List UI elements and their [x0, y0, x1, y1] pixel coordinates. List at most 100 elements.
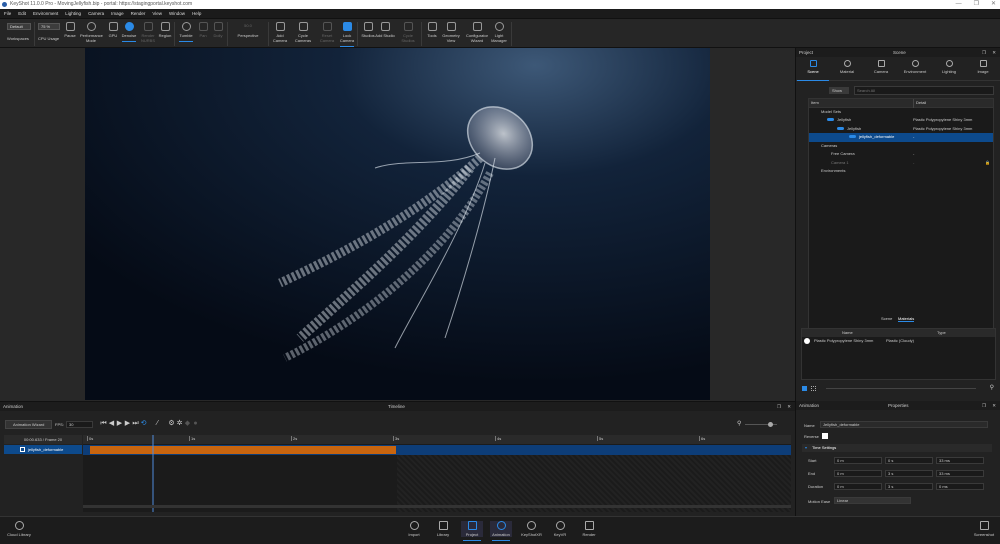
thumbnail-size-slider[interactable] — [826, 388, 976, 389]
undock-icon[interactable]: ❐ — [982, 48, 986, 57]
screenshot-button[interactable]: Screenshot — [970, 521, 998, 537]
keyframe-prev-icon[interactable]: ◆ — [184, 420, 191, 427]
tree-row[interactable]: Jellyfish Plastic Polypropylene Shiny 3mm — [809, 125, 993, 134]
tree-row[interactable]: Camera 1- 🔒 — [809, 159, 993, 168]
playhead[interactable] — [151, 435, 154, 512]
menu-window[interactable]: Window — [169, 9, 185, 18]
name-input[interactable]: Jellyfish_deformable — [820, 421, 988, 428]
visibility-toggle[interactable] — [837, 126, 844, 130]
step-forward-icon[interactable]: ▶ — [124, 420, 131, 427]
tree-row[interactable]: Free Camera - — [809, 150, 993, 159]
tree-row-selected[interactable]: jellyfish_deformable - — [809, 133, 993, 142]
tab-image[interactable]: Image — [967, 57, 999, 80]
tab-lighting[interactable]: Lighting — [933, 57, 965, 80]
performance-mode-button[interactable]: Performance Mode — [80, 21, 103, 43]
tree-row[interactable]: Jellyfish Plastic Polypropylene Shiny 3mm — [809, 116, 993, 125]
motion-ease-select[interactable]: Linear — [834, 497, 911, 504]
motion-path-icon[interactable]: ⁄ — [154, 420, 161, 427]
workspace-select[interactable]: Default — [7, 23, 31, 30]
time-spinbox[interactable]: 3 s — [885, 470, 933, 477]
library-button[interactable]: Library — [432, 521, 454, 537]
timeline-area[interactable]: 0s 1s 2s 3s 4s 5s 6s — [83, 435, 791, 512]
go-to-start-icon[interactable]: ⏮ — [100, 420, 107, 427]
configurator-wizard-button[interactable]: Configurator Wizard — [465, 21, 489, 43]
time-spinbox[interactable]: 33 ms — [936, 470, 984, 477]
tab-material[interactable]: Material — [831, 57, 863, 80]
keyvr-button[interactable]: KeyVR — [549, 521, 571, 537]
menu-camera[interactable]: Camera — [88, 9, 104, 18]
tree-row[interactable]: Model Sets — [809, 108, 993, 117]
track-row[interactable]: jellyfish_deformable — [4, 445, 82, 454]
timeline-zoom-slider[interactable] — [745, 422, 777, 427]
animation-wizard-button[interactable]: Animation Wizard — [5, 420, 52, 429]
menu-help[interactable]: Help — [192, 9, 201, 18]
lock-camera-button[interactable]: Lock Camera — [336, 21, 358, 47]
grid-view-icon[interactable] — [811, 386, 816, 391]
keyshotxr-button[interactable]: KeyShotXR — [519, 521, 544, 537]
list-view-icon[interactable] — [802, 386, 807, 391]
cycle-studios-button[interactable]: Cycle Studios — [397, 21, 419, 43]
minimize-button[interactable]: — — [956, 0, 962, 9]
tree-row[interactable]: Cameras — [809, 142, 993, 151]
reset-camera-button[interactable]: Reset Camera — [316, 21, 338, 43]
material-row[interactable]: Plastic Polypropylene Shiny 3mm Plastic (… — [802, 337, 995, 346]
settings-gear-icon[interactable]: ⚙ — [168, 420, 175, 427]
dolly-button[interactable]: Dolly — [207, 21, 229, 38]
visibility-toggle[interactable] — [849, 135, 856, 139]
tab-scene[interactable]: Scene — [797, 57, 829, 81]
render-button[interactable]: Render — [578, 521, 600, 537]
zoom-timeline-icon[interactable]: ⚲ — [737, 420, 741, 427]
time-spinbox[interactable]: 33 ms — [936, 457, 984, 464]
menu-lighting[interactable]: Lighting — [65, 9, 81, 18]
render-view-jellyfish[interactable] — [85, 48, 710, 400]
undock-icon[interactable]: ❐ — [777, 402, 781, 411]
time-spinbox[interactable]: 0 m — [834, 457, 882, 464]
reverse-checkbox[interactable] — [822, 433, 828, 439]
menu-view[interactable]: View — [152, 9, 162, 18]
keyframe-next-icon[interactable]: ● — [192, 420, 199, 427]
menu-image[interactable]: Image — [111, 9, 124, 18]
time-settings-header[interactable]: ▾ Time Settings — [802, 444, 992, 452]
snap-icon[interactable]: ✲ — [176, 420, 183, 427]
tree-row[interactable]: Environments — [809, 167, 993, 176]
close-panel-icon[interactable]: ✕ — [992, 401, 996, 410]
close-panel-icon[interactable]: ✕ — [992, 48, 996, 57]
light-manager-button[interactable]: Light Manager — [488, 21, 510, 43]
subtab-materials[interactable]: Materials — [898, 316, 915, 322]
step-back-icon[interactable]: ◀ — [108, 420, 115, 427]
cpu-usage-select[interactable]: 75 % — [38, 23, 60, 30]
time-spinbox[interactable]: 0 ms — [936, 483, 984, 490]
restore-button[interactable]: ❐ — [974, 0, 979, 9]
geometry-view-button[interactable]: Geometry View — [440, 21, 462, 43]
filter-icon[interactable]: ⚲ — [990, 384, 994, 391]
add-camera-button[interactable]: Add Camera — [269, 21, 291, 43]
time-ruler[interactable]: 0s 1s 2s 3s 4s 5s 6s — [83, 435, 791, 444]
time-spinbox[interactable]: 0 m — [834, 483, 882, 490]
visibility-toggle[interactable] — [827, 118, 834, 122]
pause-button[interactable]: Pause — [59, 21, 81, 38]
time-spinbox[interactable]: 0 s — [885, 457, 933, 464]
tab-camera[interactable]: Camera — [865, 57, 897, 80]
loop-icon[interactable]: ⟲ — [140, 420, 147, 427]
show-dropdown[interactable]: Show — [829, 87, 849, 94]
menu-file[interactable]: File — [4, 9, 11, 18]
perspective-control[interactable]: 50.0 Perspective — [236, 21, 260, 38]
scene-search-input[interactable] — [854, 86, 994, 95]
menu-edit[interactable]: Edit — [18, 9, 26, 18]
cycle-cameras-button[interactable]: Cycle Cameras — [292, 21, 314, 43]
project-button[interactable]: Project — [461, 521, 483, 541]
horizontal-scrollbar[interactable] — [83, 505, 791, 508]
undock-icon[interactable]: ❐ — [982, 401, 986, 410]
close-panel-icon[interactable]: ✕ — [787, 402, 791, 411]
cloud-library-button[interactable]: Cloud Library — [4, 521, 34, 537]
time-spinbox[interactable]: 3 s — [885, 483, 933, 490]
time-spinbox[interactable]: 0 m — [834, 470, 882, 477]
add-studio-button[interactable]: Add Studio — [374, 21, 396, 38]
import-button[interactable]: Import — [403, 521, 425, 537]
animation-button[interactable]: Animation — [490, 521, 512, 541]
animation-clip[interactable] — [90, 446, 397, 454]
region-button[interactable]: Region — [154, 21, 176, 38]
track-checkbox[interactable] — [20, 447, 25, 452]
subtab-scene[interactable]: Scene — [881, 316, 892, 321]
close-button[interactable]: ✕ — [991, 0, 996, 9]
